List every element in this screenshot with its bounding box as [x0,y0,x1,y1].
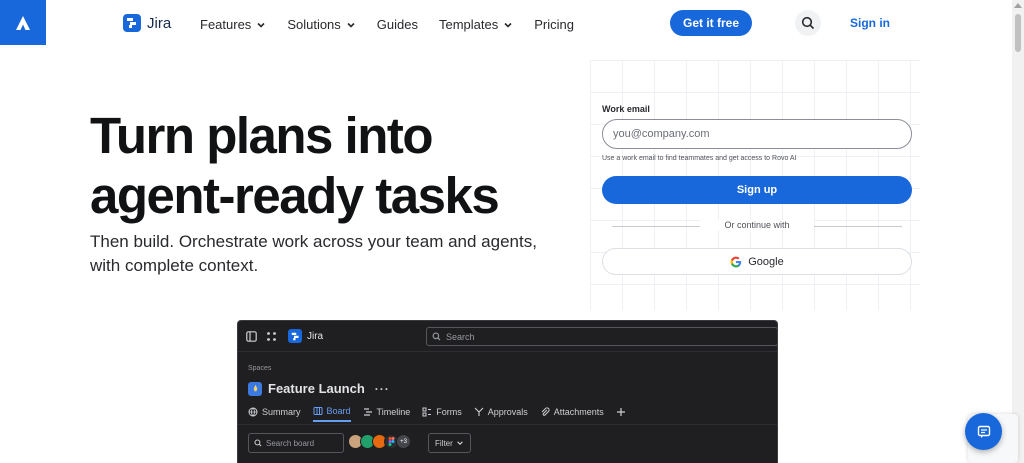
chevron-down-icon [504,22,512,28]
preview-search-placeholder: Search [446,331,475,342]
sign-up-button[interactable]: Sign up [602,176,912,204]
app-preview: Jira Search Spaces Feature Launch ··· Su… [237,320,778,463]
preview-search-input[interactable]: Search [426,327,777,346]
main-nav: Features Solutions Guides Templates Pric… [200,17,595,32]
chevron-down-icon [257,22,265,28]
page-scrollbar[interactable] [1012,0,1024,463]
nav-item-label: Guides [376,17,418,32]
tab-label: Timeline [376,407,411,417]
jira-logo[interactable]: Jira [123,14,171,32]
hero-subhead: Then build. Orchestrate work across your… [90,232,537,275]
email-helper-text: Use a work email to find teammates and g… [602,155,797,162]
tab-label: Board [326,406,351,416]
board-search-placeholder: Search board [266,438,315,448]
breadcrumb[interactable]: Spaces [248,365,271,372]
board-icon [313,407,323,415]
chat-button[interactable] [965,413,1002,450]
plus-icon [616,408,625,416]
preview-jira-logo[interactable]: Jira [288,329,323,343]
timeline-icon [363,408,372,416]
add-tab-button[interactable] [616,407,626,421]
hero-headline: Turn plans into agent-ready tasks [90,106,500,226]
nav-item-pricing[interactable]: Pricing [534,17,574,32]
tab-summary[interactable]: Summary [248,407,301,421]
tab-label: Approvals [487,407,528,417]
avatar-group[interactable]: +3 [348,434,411,449]
sign-in-link[interactable]: Sign in [850,16,890,30]
tab-board[interactable]: Board [312,406,351,422]
headline-line-2: agent-ready tasks [90,167,500,224]
app-switcher-icon[interactable] [266,331,277,342]
jira-icon [288,329,302,343]
more-actions-icon[interactable]: ··· [375,382,390,396]
page: Jira Features Solutions Guides Templates… [0,0,1024,463]
globe-icon [248,407,258,417]
nav-item-solutions[interactable]: Solutions [287,17,355,32]
chat-icon [977,425,990,438]
google-icon [730,256,742,267]
nav-item-label: Solutions [287,17,341,32]
google-sign-in-button[interactable]: Google [602,248,912,275]
tab-attachments[interactable]: Attachments [540,407,604,421]
preview-topbar: Jira Search [238,321,777,352]
jira-wordmark: Jira [147,14,172,32]
tab-forms[interactable]: Forms [422,407,462,421]
preview-jira-wordmark: Jira [307,330,324,342]
google-button-label: Google [748,255,784,268]
tab-label: Summary [262,407,301,417]
scroll-up-arrow-icon[interactable] [1014,3,1022,8]
get-it-free-button[interactable]: Get it free [670,10,752,36]
email-label: Work email [602,104,650,114]
atlassian-icon [16,15,30,30]
divider-line-right [812,226,902,227]
approvals-icon [474,407,484,416]
forms-icon [422,407,432,417]
atlassian-logo[interactable] [0,0,46,45]
scroll-thumb[interactable] [1015,14,1021,52]
chevron-down-icon [456,441,463,445]
sidebar-toggle-icon[interactable] [246,331,257,342]
more-avatars-count[interactable]: +3 [396,434,411,449]
nav-item-label: Features [200,17,252,32]
tab-approvals[interactable]: Approvals [474,407,528,421]
filter-dropdown[interactable]: Filter [428,433,471,453]
divider-line-left [612,226,702,227]
tabs-divider [238,424,777,425]
nav-item-label: Pricing [534,17,574,32]
email-field[interactable] [602,119,912,149]
search-icon [801,16,815,30]
filter-label: Filter [435,438,453,448]
board-search-input[interactable]: Search board [248,433,344,453]
search-icon [432,332,441,341]
search-button[interactable] [795,10,821,36]
jira-icon [123,14,141,32]
search-icon [254,439,262,447]
paperclip-icon [541,407,550,416]
rocket-icon [248,381,262,396]
chevron-down-icon [347,22,355,28]
space-name: Feature Launch [268,381,365,396]
nav-item-templates[interactable]: Templates [439,17,513,32]
headline-line-1: Turn plans into [90,107,434,164]
tab-label: Forms [436,407,462,417]
nav-item-features[interactable]: Features [200,17,266,32]
tab-label: Attachments [553,407,604,417]
nav-item-label: Templates [439,17,499,32]
nav-item-guides[interactable]: Guides [377,17,418,32]
tab-timeline[interactable]: Timeline [363,407,411,421]
preview-tabs: Summary Board Timeline Forms Approvals A… [248,406,638,422]
or-continue-with-text: Or continue with [700,220,814,230]
space-title: Feature Launch ··· [248,381,390,396]
